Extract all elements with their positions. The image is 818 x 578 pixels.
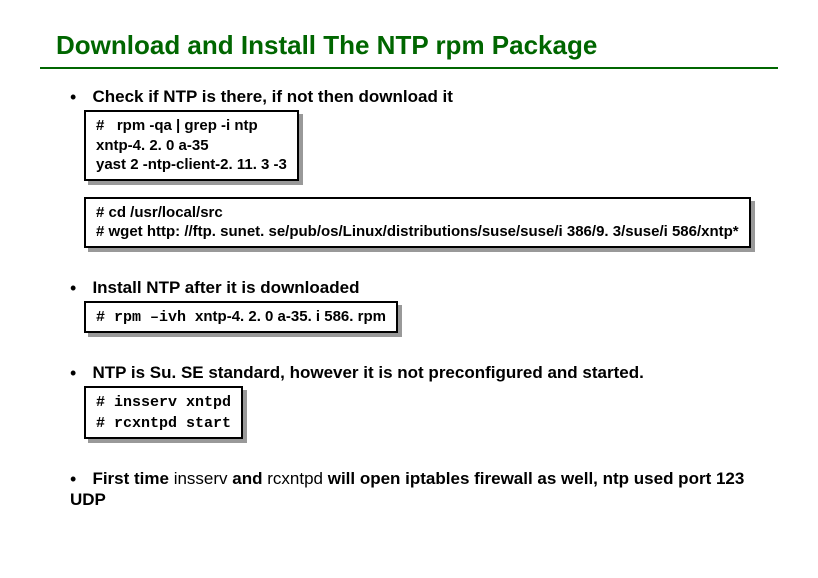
code-shadow: # cd /usr/local/src # wget http: //ftp. … <box>88 201 755 252</box>
code-box-check-ntp: # rpm -qa | grep -i ntp xntp-4. 2. 0 a-3… <box>84 110 299 181</box>
title-underline <box>40 67 778 69</box>
bullet-text-2: Install NTP after it is downloaded <box>92 278 359 297</box>
text-part: First time <box>92 469 173 488</box>
bullet-list: Check if NTP is there, if not then downl… <box>70 87 778 510</box>
text-part: insserv <box>174 469 233 488</box>
bullet-item-4: First time insserv and rcxntpd will open… <box>70 469 778 510</box>
code-shadow: # insserv xntpd # rcxntpd start <box>88 390 247 443</box>
bullet-item-1: Check if NTP is there, if not then downl… <box>70 87 778 262</box>
bullet-text-4: First time insserv and rcxntpd will open… <box>70 469 744 509</box>
bullet-text-1: Check if NTP is there, if not then downl… <box>92 87 453 106</box>
bullet-text-3: NTP is Su. SE standard, however it is no… <box>92 363 643 382</box>
bullet-item-3: NTP is Su. SE standard, however it is no… <box>70 363 778 453</box>
code-box-wget: # cd /usr/local/src # wget http: //ftp. … <box>84 197 751 248</box>
code-text: xntp-4. 2. 0 a-35. i 586. rpm <box>195 308 386 325</box>
bullet-item-2: Install NTP after it is downloaded # rpm… <box>70 278 778 348</box>
code-box-install: # rpm –ivh xntp-4. 2. 0 a-35. i 586. rpm <box>84 301 398 334</box>
code-shadow: # rpm -qa | grep -i ntp xntp-4. 2. 0 a-3… <box>88 114 303 185</box>
slide-title: Download and Install The NTP rpm Package <box>56 30 778 61</box>
code-mono: # rpm –ivh <box>96 309 195 326</box>
code-shadow: # rpm –ivh xntp-4. 2. 0 a-35. i 586. rpm <box>88 305 402 338</box>
text-part: rcxntpd <box>267 469 327 488</box>
code-box-insserv: # insserv xntpd # rcxntpd start <box>84 386 243 439</box>
text-part: and <box>232 469 267 488</box>
code-mono: # insserv xntpd # rcxntpd start <box>96 394 231 432</box>
